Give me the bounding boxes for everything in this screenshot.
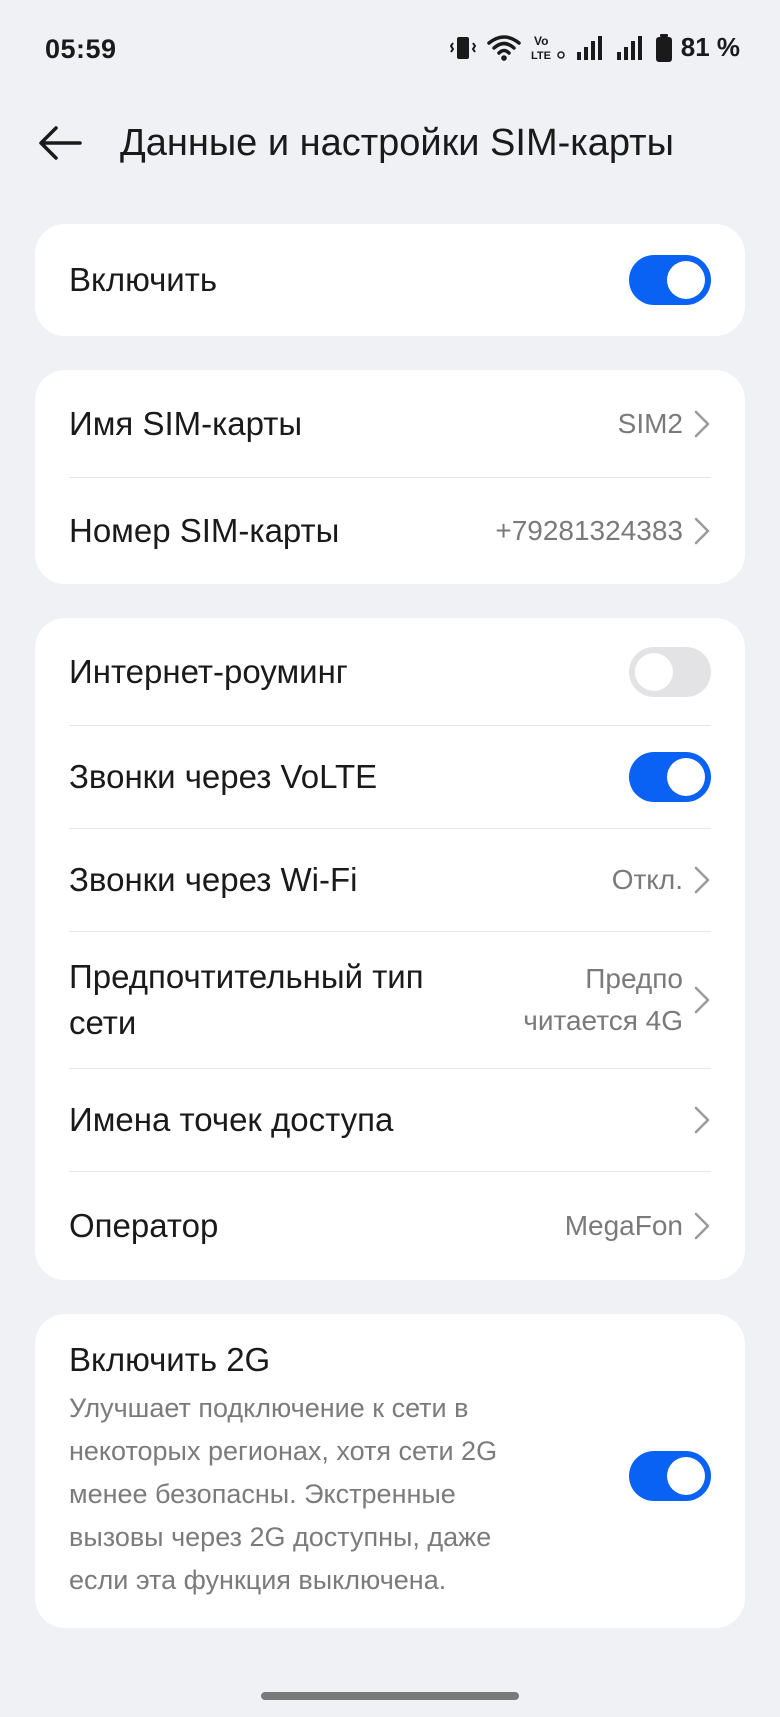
sim-number-row[interactable]: Номер SIM-карты +79281324383 — [35, 477, 745, 584]
chevron-right-icon — [693, 409, 711, 439]
network-type-row[interactable]: Предпочтительный тип сети Предпо читаетс… — [35, 931, 745, 1068]
enable-2g-row[interactable]: Включить 2G Улучшает подключение к сети … — [35, 1314, 745, 1628]
status-time: 05:59 — [45, 34, 117, 64]
network-type-label: Предпочтительный тип сети — [69, 954, 424, 1046]
network-type-label-line: Предпочтительный тип — [69, 957, 424, 995]
chevron-right-icon — [693, 1105, 711, 1135]
roaming-row[interactable]: Интернет-роуминг — [35, 618, 745, 725]
enable-2g-toggle[interactable] — [629, 1451, 711, 1501]
volte-label: Звонки через VoLTE — [69, 757, 378, 795]
chevron-right-icon — [693, 516, 711, 546]
enable-2g-description: Улучшает подключение к сети в некоторых … — [69, 1387, 549, 1602]
network-type-value: Предпо читается 4G — [493, 958, 683, 1042]
wifi-calls-label: Звонки через Wi-Fi — [69, 860, 358, 898]
header: Данные и настройки SIM-карты — [0, 100, 780, 190]
wifi-calls-right: Откл. — [612, 864, 711, 896]
operator-value: MegaFon — [564, 1209, 683, 1241]
network-card: Интернет-роуминг Звонки через VoLTE Звон… — [35, 618, 745, 1280]
sim-name-row[interactable]: Имя SIM-карты SIM2 — [35, 370, 745, 477]
operator-right: MegaFon — [565, 1210, 711, 1242]
toggle-knob — [635, 652, 673, 691]
volte-icon: Vo LTE — [531, 33, 565, 63]
network-type-value-line: читается 4G — [523, 1004, 683, 1036]
home-indicator[interactable] — [261, 1692, 519, 1700]
description-line: вызовы через 2G доступны, даже — [69, 1521, 492, 1552]
toggle-knob — [667, 261, 705, 299]
signal-icon — [575, 34, 605, 62]
signal-icon — [615, 34, 645, 62]
operator-row[interactable]: Оператор MegaFon — [35, 1171, 745, 1280]
enable-row[interactable]: Включить — [35, 224, 745, 336]
volte-row[interactable]: Звонки через VoLTE — [35, 725, 745, 828]
toggle-knob — [667, 757, 705, 796]
enable-toggle[interactable] — [629, 255, 711, 305]
svg-text:LTE: LTE — [531, 50, 551, 62]
battery-percent: 81 % — [680, 32, 740, 62]
wifi-calls-value: Откл. — [611, 863, 683, 895]
operator-label: Оператор — [69, 1206, 219, 1244]
roaming-toggle[interactable] — [629, 646, 711, 697]
page-title: Данные и настройки SIM-карты — [120, 122, 674, 164]
enable-2g-card: Включить 2G Улучшает подключение к сети … — [35, 1314, 745, 1628]
sim-settings-screen: 05:59 Vo LTE 81 % Данные и настройки SIM… — [0, 0, 780, 1717]
sim-info-card: Имя SIM-карты SIM2 Номер SIM-карты +7928… — [35, 370, 745, 584]
network-type-right: Предпо читается 4G — [493, 958, 711, 1042]
sim-name-value: SIM2 — [617, 407, 683, 439]
enable-2g-title: Включить 2G — [69, 1340, 271, 1378]
apn-row[interactable]: Имена точек доступа — [35, 1068, 745, 1171]
sim-number-right: +79281324383 — [495, 515, 711, 547]
wifi-calls-row[interactable]: Звонки через Wi-Fi Откл. — [35, 828, 745, 931]
apn-label: Имена точек доступа — [69, 1100, 394, 1138]
arrow-left-icon — [39, 126, 82, 160]
chevron-right-icon — [693, 1211, 711, 1241]
sim-name-label: Имя SIM-карты — [69, 404, 303, 442]
enable-card: Включить — [35, 224, 745, 336]
wifi-icon — [486, 34, 521, 62]
description-line: Улучшает подключение к сети в — [69, 1392, 469, 1423]
chevron-right-icon — [693, 865, 711, 895]
sim-name-right: SIM2 — [618, 408, 711, 440]
svg-text:Vo: Vo — [534, 34, 548, 48]
toggle-knob — [667, 1457, 705, 1495]
sim-number-label: Номер SIM-карты — [69, 511, 340, 549]
enable-label: Включить — [69, 261, 218, 298]
enable-2g-text: Включить 2G Улучшает подключение к сети … — [69, 1341, 549, 1602]
network-type-label-line: сети — [69, 1003, 137, 1041]
back-button[interactable] — [30, 118, 90, 168]
description-line: если эта функция выключена. — [69, 1564, 447, 1595]
volte-toggle[interactable] — [629, 751, 711, 802]
chevron-right-icon — [693, 985, 711, 1015]
description-line: менее безопасны. Экстренные — [69, 1478, 456, 1509]
roaming-label: Интернет-роуминг — [69, 652, 348, 690]
network-type-value-line: Предпо — [585, 962, 683, 994]
apn-right — [693, 1105, 711, 1135]
battery-icon — [655, 33, 673, 63]
status-icons: Vo LTE 81 % — [449, 32, 740, 63]
description-line: некоторых регионах, хотя сети 2G — [69, 1435, 498, 1466]
sim-number-value: +79281324383 — [495, 514, 683, 546]
vibrate-icon — [449, 34, 477, 62]
status-bar: 05:59 Vo LTE 81 % — [0, 0, 780, 100]
